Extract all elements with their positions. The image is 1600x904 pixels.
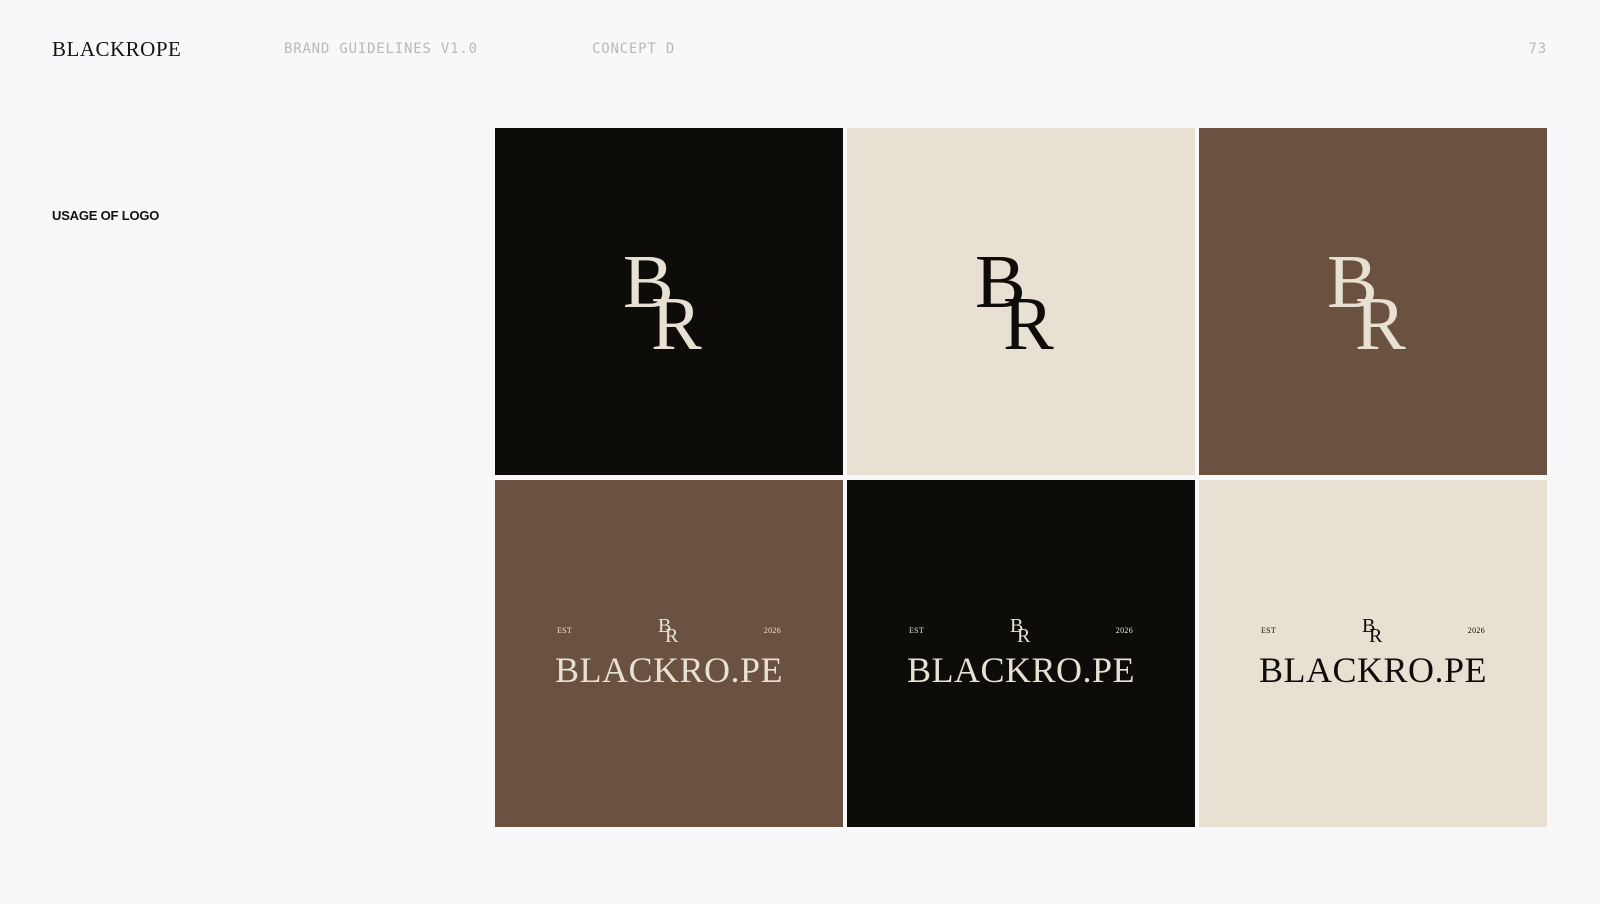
wordmark: BLACKRO.PE xyxy=(906,650,1136,690)
brand-logo: BLACKROPE xyxy=(52,37,182,61)
wordmark: BLACKRO.PE xyxy=(554,650,784,690)
wordmark: BLACKRO.PE xyxy=(1258,650,1488,690)
tile-lockup-black: EST B R 2026 BLACKRO.PE xyxy=(847,480,1195,827)
mini-monogram: B R xyxy=(658,616,682,646)
logo-lockup: EST B R 2026 BLACKRO.PE xyxy=(1199,616,1547,696)
mini-monogram: B R xyxy=(1362,616,1386,646)
logo-lockup: EST B R 2026 BLACKRO.PE xyxy=(495,616,843,696)
logo-usage-grid: B R B R B R EST B R 2026 BLACKRO.PE EST xyxy=(495,128,1547,827)
monogram-logo: B R xyxy=(623,244,715,362)
lockup-est-label: EST xyxy=(909,626,925,635)
monogram-logo: B R xyxy=(1327,244,1419,362)
monogram-letter-r: R xyxy=(651,281,702,366)
tile-lockup-brown: EST B R 2026 BLACKRO.PE xyxy=(495,480,843,827)
tile-monogram-black: B R xyxy=(495,128,843,475)
monogram-letter-r: R xyxy=(665,625,679,647)
monogram-letter-r: R xyxy=(1017,625,1031,647)
monogram-logo: B R xyxy=(975,244,1067,362)
document-title: BRAND GUIDELINES V1.0 xyxy=(284,41,478,57)
lockup-year-label: 2026 xyxy=(763,626,781,635)
monogram-letter-r: R xyxy=(1003,281,1054,366)
tile-monogram-brown: B R xyxy=(1199,128,1547,475)
logo-lockup: EST B R 2026 BLACKRO.PE xyxy=(847,616,1195,696)
monogram-letter-r: R xyxy=(1355,281,1406,366)
tile-monogram-cream: B R xyxy=(847,128,1195,475)
lockup-est-label: EST xyxy=(557,626,573,635)
lockup-year-label: 2026 xyxy=(1467,626,1485,635)
page-number: 73 xyxy=(1528,41,1547,57)
lockup-year-label: 2026 xyxy=(1115,626,1133,635)
concept-label: CONCEPT D xyxy=(592,41,676,57)
monogram-letter-r: R xyxy=(1369,625,1383,647)
section-title: USAGE OF LOGO xyxy=(52,208,160,223)
tile-lockup-cream: EST B R 2026 BLACKRO.PE xyxy=(1199,480,1547,827)
lockup-est-label: EST xyxy=(1261,626,1277,635)
mini-monogram: B R xyxy=(1010,616,1034,646)
